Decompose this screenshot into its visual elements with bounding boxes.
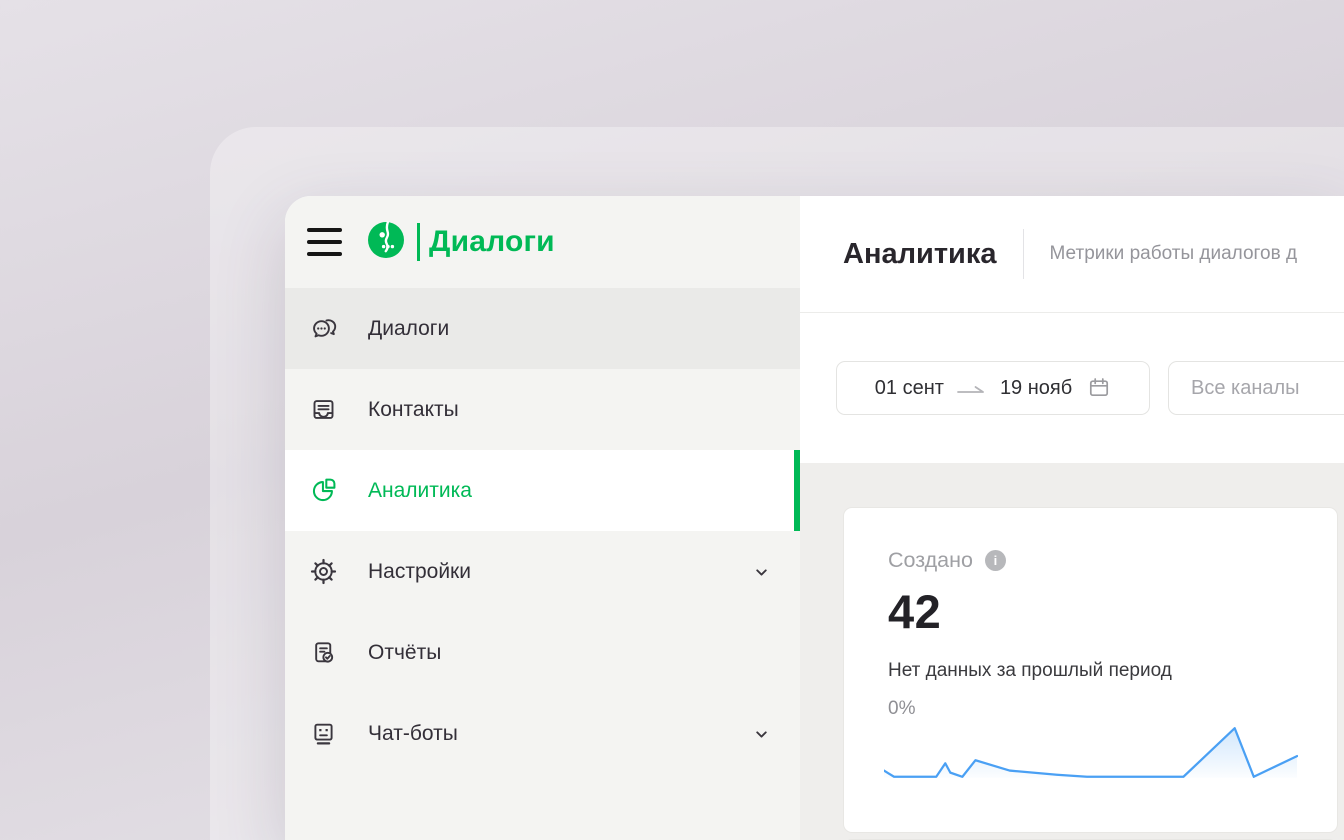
header-divider	[1023, 229, 1024, 279]
contacts-tray-icon	[310, 396, 337, 423]
app-window: Диалоги Диалоги	[285, 196, 1344, 840]
sparkline-area	[884, 728, 1297, 778]
channels-select[interactable]: Все каналы	[1168, 361, 1344, 415]
sidebar-nav: Диалоги Контакты	[285, 288, 800, 774]
sidebar-item-nastroyki[interactable]: Настройки	[285, 531, 800, 612]
metric-card-created: Создано i 42 Нет данных за прошлый перио…	[843, 507, 1338, 833]
hamburger-menu-icon[interactable]	[307, 228, 342, 256]
page-title: Аналитика	[843, 238, 997, 271]
metric-percent: 0%	[888, 698, 915, 720]
metric-note: Нет данных за прошлый период	[888, 660, 1172, 682]
sidebar-item-label: Аналитика	[368, 479, 472, 503]
metric-label: Создано	[888, 548, 973, 573]
date-to: 19 нояб	[1000, 377, 1072, 400]
filter-bar: 01 сент 19 нояб Все каналы	[800, 313, 1344, 463]
calendar-icon	[1087, 376, 1111, 400]
gear-icon	[310, 558, 337, 585]
sidebar-item-label: Чат-боты	[368, 722, 458, 746]
sidebar: Диалоги Диалоги	[285, 196, 800, 840]
main-area: Аналитика Метрики работы диалогов д 01 с…	[800, 196, 1344, 840]
content-area: Создано i 42 Нет данных за прошлый перио…	[800, 463, 1344, 840]
brand-name: Диалоги	[429, 225, 555, 259]
date-from: 01 сент	[875, 377, 944, 400]
report-check-icon	[310, 639, 337, 666]
brand-divider	[417, 223, 420, 261]
sidebar-item-label: Диалоги	[368, 317, 449, 341]
metric-value: 42	[888, 584, 941, 639]
pie-chart-icon	[310, 477, 337, 504]
chat-bubbles-icon	[310, 315, 337, 342]
date-range-picker[interactable]: 01 сент 19 нояб	[836, 361, 1150, 415]
sidebar-item-label: Отчёты	[368, 641, 441, 665]
page-header: Аналитика Метрики работы диалогов д	[800, 196, 1344, 313]
page-subtitle: Метрики работы диалогов д	[1050, 243, 1298, 265]
channels-placeholder: Все каналы	[1191, 377, 1300, 400]
robot-icon	[310, 720, 337, 747]
brand-logo	[367, 221, 405, 264]
sidebar-item-otchety[interactable]: Отчёты	[285, 612, 800, 693]
info-icon[interactable]: i	[985, 550, 1006, 571]
sidebar-item-chat-boty[interactable]: Чат-боты	[285, 693, 800, 774]
chevron-down-icon[interactable]	[753, 563, 770, 580]
sidebar-item-dialogi[interactable]: Диалоги	[285, 288, 800, 369]
brand[interactable]: Диалоги	[367, 221, 555, 264]
sparkline-chart	[884, 722, 1298, 784]
chevron-down-icon[interactable]	[753, 725, 770, 742]
metric-card-header: Создано i	[888, 548, 1006, 573]
date-arrow-icon	[957, 381, 987, 395]
sidebar-item-label: Контакты	[368, 398, 459, 422]
sidebar-item-label: Настройки	[368, 560, 471, 584]
sidebar-header: Диалоги	[285, 196, 800, 288]
sidebar-item-kontakty[interactable]: Контакты	[285, 369, 800, 450]
sidebar-item-analitika[interactable]: Аналитика	[285, 450, 800, 531]
